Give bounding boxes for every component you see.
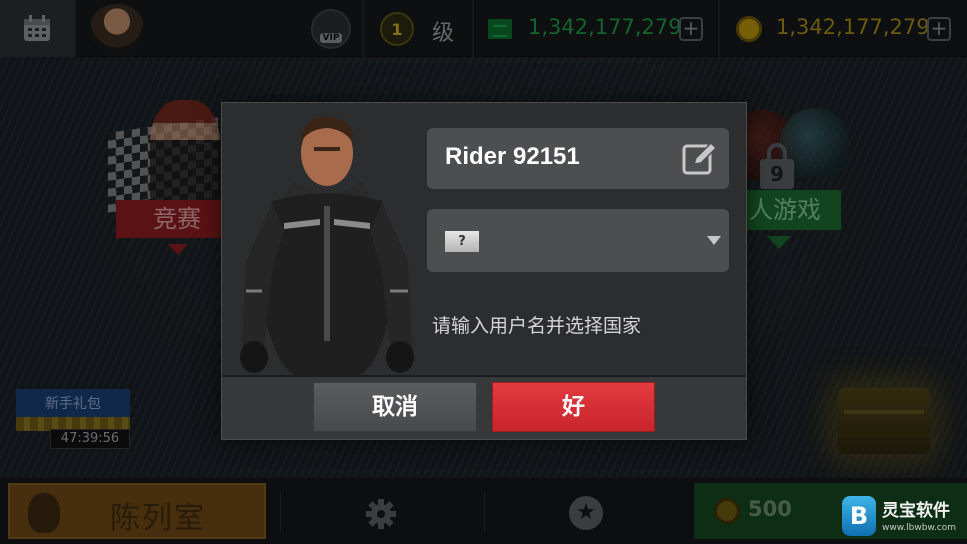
chevron-down-icon: [707, 236, 721, 245]
rider-character-portrait: [240, 116, 414, 375]
watermark-logo: B: [842, 496, 876, 536]
cancel-button[interactable]: 取消: [313, 382, 477, 432]
edit-icon[interactable]: [681, 140, 717, 176]
country-select[interactable]: ?: [427, 209, 729, 272]
instruction-text: 请输入用户名并选择国家: [432, 315, 642, 337]
username-value: Rider 92151: [445, 143, 580, 170]
watermark-url: www.lbwbw.com: [882, 523, 957, 533]
username-field[interactable]: Rider 92151: [427, 128, 729, 189]
watermark-title: 灵宝软件: [882, 501, 950, 521]
profile-dialog: Rider 92151 ? 请输入用户名并选择国家 取消 好: [221, 102, 747, 440]
dialog-footer: [222, 377, 746, 439]
watermark: B 灵宝软件 www.lbwbw.com: [842, 496, 964, 540]
unknown-flag-icon: ?: [445, 231, 479, 252]
ok-button[interactable]: 好: [492, 382, 655, 432]
